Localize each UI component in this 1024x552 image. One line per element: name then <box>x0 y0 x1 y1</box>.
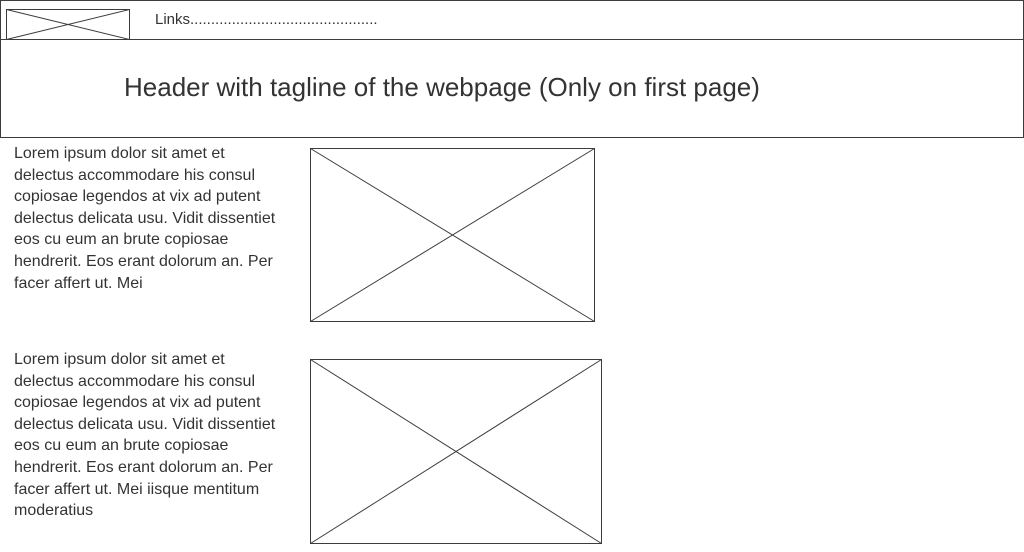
logo-image-placeholder-icon[interactable] <box>6 9 130 40</box>
content-image-placeholder-icon-1 <box>310 148 595 322</box>
nav-links[interactable]: Links...................................… <box>155 11 378 29</box>
content-image-placeholder-icon-2 <box>310 359 602 544</box>
content-text-block-1: Lorem ipsum dolor sit amet et delectus a… <box>14 145 276 292</box>
wireframe-page: Links...................................… <box>0 0 1024 552</box>
content-text-block-2: Lorem ipsum dolor sit amet et delectus a… <box>14 351 276 520</box>
top-navigation-bar: Links...................................… <box>0 0 1024 40</box>
header-tagline: Header with tagline of the webpage (Only… <box>124 72 760 102</box>
page-header: Header with tagline of the webpage (Only… <box>0 39 1024 138</box>
